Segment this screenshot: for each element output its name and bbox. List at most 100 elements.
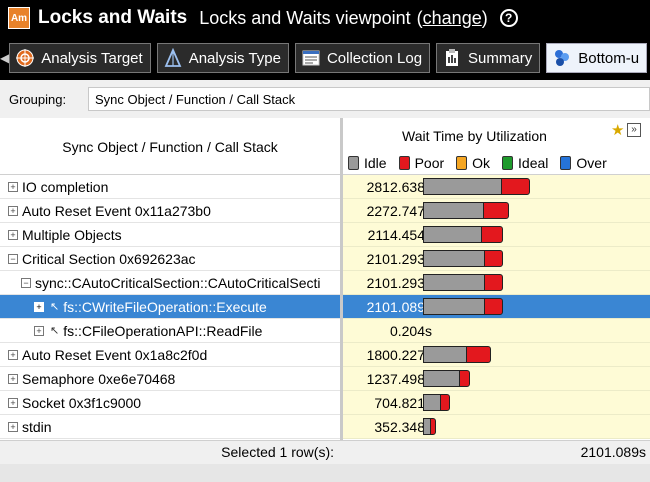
log-icon [301,48,321,68]
page-title: Locks and Waits [38,7,188,28]
tab-collection-log[interactable]: Collection Log [294,43,431,73]
star-icon[interactable]: ★ [611,121,624,139]
table-row[interactable]: + IO completion 2812.638s [0,175,650,199]
row-wait-time-cell: 2101.293s [343,271,650,295]
tab-bottom-up[interactable]: Bottom-u [546,43,648,73]
row-name-cell: + Socket 0x3f1c9000 [0,391,340,415]
row-expander-icon[interactable]: − [21,277,31,288]
help-icon[interactable]: ? [499,9,518,27]
row-expander-icon[interactable]: + [34,325,44,336]
target-icon [15,48,35,68]
bar-idle-segment [423,202,483,219]
bar-poor-segment [484,274,503,291]
tab-summary[interactable]: Summary [436,43,541,73]
legend-item: Ideal [502,155,548,171]
bar-idle-segment [423,298,484,315]
row-wait-time-cell: 1237.498s [343,367,650,391]
analysis-type-icon [163,48,183,68]
utilization-bar [423,250,503,267]
legend-swatch [456,156,468,170]
table-row[interactable]: + Semaphore 0xe6e70468 1237.498s [0,367,650,391]
bar-poor-segment [484,298,503,315]
table-row[interactable]: + Auto Reset Event 0x11a273b0 2272.747s [0,199,650,223]
legend-swatch [560,156,572,170]
grouping-label: Grouping: [9,91,67,107]
expand-columns-icon[interactable]: » [627,123,641,137]
bar-poor-segment [440,394,450,411]
bar-idle-segment [423,370,459,387]
call-stack-icon: ↖ [50,325,60,337]
row-wait-time-cell: 2101.293s [343,247,650,271]
utilization-bar [423,418,436,435]
table-row[interactable]: − Critical Section 0x692623ac 2101.293s [0,247,650,271]
row-expander-icon[interactable]: + [8,181,18,192]
tab-bar: ◀ Analysis Target Analysis Type Collecti… [0,40,650,76]
row-expander-icon[interactable]: + [8,397,18,408]
horizontal-scrollbar[interactable] [0,464,650,482]
legend-item: Ok [456,155,490,171]
row-name-cell: + Multiple Objects [0,223,340,247]
table-row[interactable]: + stdin 352.348s [0,415,650,439]
grid-header: Sync Object / Function / Call Stack Wait… [0,118,650,175]
table-row[interactable]: + ↖ fs::CFileOperationAPI::ReadFile 0.204s [0,319,650,343]
row-name: Critical Section 0x692623ac [22,250,196,267]
change-viewpoint-link[interactable]: change [423,8,482,28]
row-expander-icon[interactable]: − [8,253,18,264]
table-row[interactable]: + Socket 0x3f1c9000 704.821s [0,391,650,415]
table-row[interactable]: + Multiple Objects 2114.454s [0,223,650,247]
bar-idle-segment [423,226,481,243]
legend-item: Poor [398,155,444,171]
legend-swatch [398,156,410,170]
row-expander-icon[interactable]: + [8,229,18,240]
table-row[interactable]: − sync::CAutoCriticalSection::CAutoCritic… [0,271,650,295]
utilization-bar [423,226,503,243]
legend-label: Idle [364,155,387,171]
row-name-cell: + Auto Reset Event 0x1a8c2f0d [0,343,340,367]
bottom-up-icon [552,48,572,68]
wait-time-header-label: Wait Time by Utilization [402,128,547,144]
tab-analysis-target[interactable]: Analysis Target [9,43,151,73]
tab-label: Analysis Type [188,49,281,67]
row-wait-time-cell: 2812.638s [343,175,650,199]
row-expander-icon[interactable]: + [8,349,18,360]
row-expander-icon[interactable]: + [8,373,18,384]
utilization-bar [423,202,509,219]
bar-poor-segment [481,226,503,243]
viewpoint-change: (change) [417,8,488,29]
bar-idle-segment [423,418,430,435]
row-wait-time-cell: 2114.454s [343,223,650,247]
tab-analysis-type[interactable]: Analysis Type [156,43,289,73]
row-name: IO completion [22,178,109,195]
row-expander-icon[interactable]: + [8,421,18,432]
column-header-sync-object[interactable]: Sync Object / Function / Call Stack [0,118,340,175]
app-logo-icon: Am [8,7,30,29]
row-wait-time-cell: 352.348s [343,415,650,439]
bar-idle-segment [423,250,484,267]
row-name: Socket 0x3f1c9000 [22,394,142,411]
row-expander-icon[interactable]: + [34,301,44,312]
table-row[interactable]: + ↖ fs::CWriteFileOperation::Execute 2101.0… [0,295,650,319]
row-wait-time-cell: 2272.747s [343,199,650,223]
row-expander-icon[interactable]: + [8,205,18,216]
selection-summary-label: Selected 1 row(s): [221,444,334,460]
tab-scroll-left-icon[interactable]: ◀ [0,51,9,65]
row-name-cell: − Critical Section 0x692623ac [0,247,340,271]
viewpoint-label: Locks and Waits viewpoint [199,7,411,28]
tab-label: Analysis Target [41,49,143,67]
legend-swatch [348,156,359,170]
bar-idle-segment [423,274,484,291]
bar-poor-segment [430,418,436,435]
grouping-select[interactable]: Sync Object / Function / Call Stack [88,87,650,111]
row-wait-time-cell: 704.821s [343,391,650,415]
bar-poor-segment [501,178,530,195]
bottom-up-grid: Sync Object / Function / Call Stack Wait… [0,118,650,482]
row-name-cell: + Semaphore 0xe6e70468 [0,367,340,391]
table-row[interactable]: + Auto Reset Event 0x1a8c2f0d 1800.227s [0,343,650,367]
column-header-wait-time[interactable]: Wait Time by Utilization ★ » Idle Poor Ok I… [343,118,650,175]
row-name-cell: + stdin [0,415,340,439]
row-name: Auto Reset Event 0x11a273b0 [22,202,211,219]
row-wait-time-cell: 1800.227s [343,343,650,367]
legend-label: Ok [472,155,491,171]
bar-poor-segment [484,250,503,267]
tab-label: Collection Log [326,49,423,67]
